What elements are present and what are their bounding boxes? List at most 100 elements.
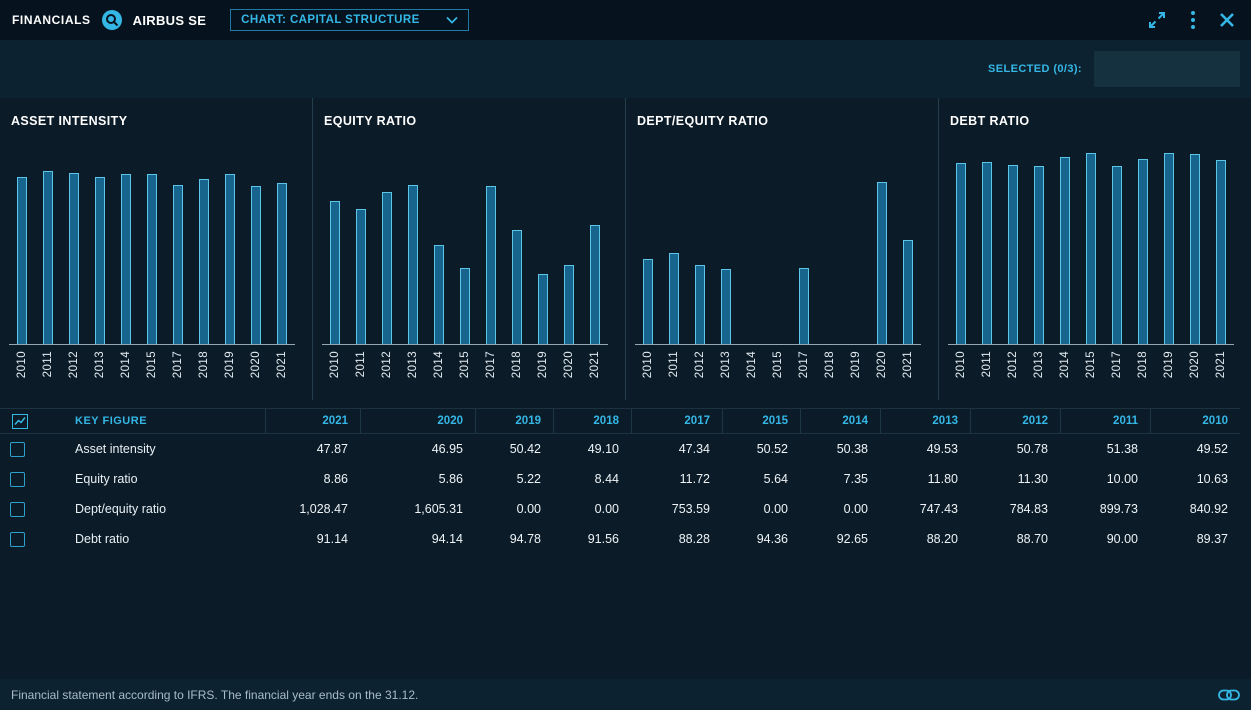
value-cell: 5.22	[475, 472, 553, 486]
chart-panel-asset-intensity: ASSET INTENSITY 201020112012201320142015…	[0, 98, 312, 400]
bar-slot-2020	[243, 142, 269, 344]
row-checkbox[interactable]	[10, 442, 25, 457]
x-label-slot: 2019	[843, 348, 869, 396]
x-axis-year-label: 2019	[224, 351, 236, 378]
checkbox-cell	[0, 502, 40, 517]
bar-slot-2011	[35, 142, 61, 344]
bar-2021	[903, 240, 913, 344]
bar-slot-2017	[1104, 142, 1130, 344]
footer-note: Financial statement according to IFRS. T…	[11, 688, 418, 702]
search-icon[interactable]	[101, 9, 123, 31]
x-axis-year-label: 2019	[1163, 351, 1175, 378]
bar-slot-2019	[843, 142, 869, 344]
year-column-header: 2012	[970, 409, 1060, 433]
chart-x-axis-labels: 2010201120122013201420152017201820192020…	[948, 348, 1234, 396]
x-axis-year-label: 2011	[42, 351, 54, 377]
expand-icon[interactable]	[1147, 10, 1167, 30]
bar-2012	[695, 265, 705, 344]
footer-bar: Financial statement according to IFRS. T…	[0, 679, 1251, 710]
chart-panel-dept-equity-ratio: DEPT/EQUITY RATIO 2010201120122013201420…	[625, 98, 938, 400]
value-cell: 0.00	[800, 502, 880, 516]
x-label-slot: 2013	[87, 348, 113, 396]
line-chart-icon[interactable]	[0, 414, 40, 429]
chart-title: ASSET INTENSITY	[11, 114, 127, 128]
bar-2021	[277, 183, 287, 344]
bar-slot-2012	[61, 142, 87, 344]
chart-x-axis-labels: 2010201120122013201420152017201820192020…	[635, 348, 921, 396]
x-axis-year-label: 2012	[381, 351, 393, 378]
x-label-slot: 2015	[1078, 348, 1104, 396]
bar-2021	[1216, 160, 1226, 344]
x-label-slot: 2012	[61, 348, 87, 396]
chart-plot	[948, 142, 1234, 345]
chart-plot	[9, 142, 295, 345]
bar-slot-2018	[817, 142, 843, 344]
bar-2010	[17, 177, 27, 344]
value-cell: 5.64	[722, 472, 800, 486]
value-cell: 89.37	[1150, 532, 1240, 546]
value-cell: 90.00	[1060, 532, 1150, 546]
x-label-slot: 2014	[739, 348, 765, 396]
bar-2017	[1112, 166, 1122, 344]
charts-section: ASSET INTENSITY 201020112012201320142015…	[0, 98, 1251, 400]
x-label-slot: 2012	[687, 348, 713, 396]
value-cell: 8.86	[265, 472, 360, 486]
key-figure-label: Debt ratio	[40, 532, 265, 546]
key-figure-label: Equity ratio	[40, 472, 265, 486]
x-axis-year-label: 2010	[329, 351, 341, 378]
x-label-slot: 2013	[400, 348, 426, 396]
bar-slot-2011	[661, 142, 687, 344]
x-label-slot: 2019	[217, 348, 243, 396]
table-header-row: KEY FIGURE 20212020201920182017201520142…	[0, 408, 1240, 434]
value-cell: 5.86	[360, 472, 475, 486]
bar-slot-2010	[9, 142, 35, 344]
bar-2015	[460, 268, 470, 344]
chart-x-axis-labels: 2010201120122013201420152017201820192020…	[9, 348, 295, 396]
bar-2017	[173, 185, 183, 344]
chart-plot	[635, 142, 921, 345]
bar-2013	[1034, 166, 1044, 344]
bar-slot-2012	[374, 142, 400, 344]
bar-2013	[408, 185, 418, 344]
chart-type-dropdown[interactable]: CHART: CAPITAL STRUCTURE	[230, 9, 468, 31]
bar-2013	[95, 177, 105, 344]
bar-2018	[199, 179, 209, 344]
bar-slot-2017	[478, 142, 504, 344]
company-name: AIRBUS SE	[133, 13, 207, 28]
key-figure-label: Asset intensity	[40, 442, 265, 456]
x-axis-year-label: 2021	[902, 351, 914, 378]
bar-2010	[643, 259, 653, 344]
chart-title: DEPT/EQUITY RATIO	[637, 114, 768, 128]
row-checkbox[interactable]	[10, 502, 25, 517]
value-cell: 10.63	[1150, 472, 1240, 486]
x-axis-year-label: 2018	[198, 351, 210, 378]
checkbox-cell	[0, 472, 40, 487]
bar-slot-2012	[1000, 142, 1026, 344]
x-axis-year-label: 2018	[511, 351, 523, 378]
row-checkbox[interactable]	[10, 532, 25, 547]
x-label-slot: 2017	[165, 348, 191, 396]
year-column-header: 2010	[1150, 409, 1240, 433]
value-cell: 11.80	[880, 472, 970, 486]
selected-input-box[interactable]	[1094, 51, 1240, 87]
value-cell: 0.00	[722, 502, 800, 516]
x-label-slot: 2013	[1026, 348, 1052, 396]
link-icon[interactable]	[1218, 689, 1240, 701]
table-row: Dept/equity ratio1,028.471,605.310.000.0…	[0, 494, 1240, 524]
kebab-menu-icon[interactable]	[1189, 9, 1197, 31]
x-axis-year-label: 2015	[146, 351, 158, 378]
app-title: FINANCIALS	[12, 13, 91, 27]
value-cell: 50.78	[970, 442, 1060, 456]
value-cell: 94.14	[360, 532, 475, 546]
x-axis-year-label: 2017	[485, 351, 497, 378]
row-checkbox[interactable]	[10, 472, 25, 487]
value-cell: 8.44	[553, 472, 631, 486]
bar-2017	[799, 268, 809, 344]
bar-2011	[982, 162, 992, 344]
bar-slot-2020	[556, 142, 582, 344]
year-column-header: 2013	[880, 409, 970, 433]
x-label-slot: 2014	[1052, 348, 1078, 396]
chart-panel-equity-ratio: EQUITY RATIO 201020112012201320142015201…	[312, 98, 625, 400]
bar-2011	[669, 253, 679, 344]
close-icon[interactable]	[1219, 12, 1235, 28]
